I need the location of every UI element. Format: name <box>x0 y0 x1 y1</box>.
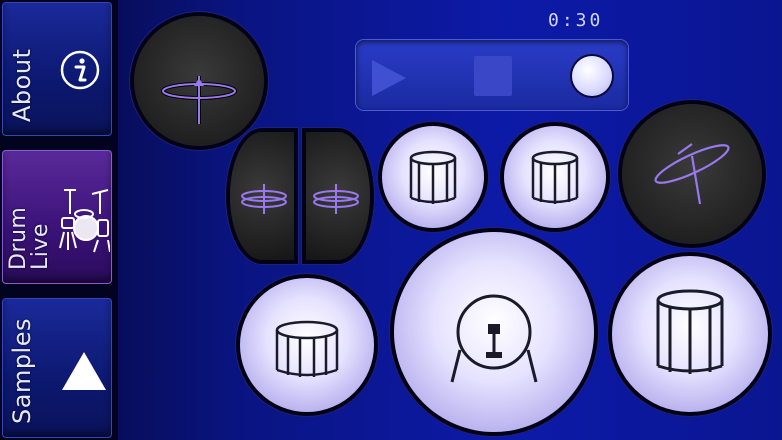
tab-about[interactable]: About <box>2 2 112 136</box>
tom-drum-icon <box>409 150 457 204</box>
cymbal-icon <box>161 76 237 124</box>
record-button[interactable] <box>572 56 612 96</box>
pad-bass-drum[interactable] <box>394 232 594 432</box>
info-icon <box>60 50 100 90</box>
triangle-up-icon <box>62 352 106 390</box>
pad-floor-tom[interactable] <box>612 256 768 412</box>
tab-samples-label: Samples <box>8 318 36 424</box>
floor-tom-icon <box>656 289 724 374</box>
tab-drum-live[interactable]: Drum Live <box>2 150 112 284</box>
sidebar: About Drum Live Samples <box>0 0 118 440</box>
pad-ride-cymbal[interactable] <box>622 104 762 244</box>
hihat-icon <box>313 184 359 214</box>
pad-hihat-left[interactable] <box>230 132 294 260</box>
cymbal-icon <box>654 143 730 205</box>
pad-tom-2[interactable] <box>504 126 606 228</box>
tab-samples[interactable]: Samples <box>2 298 112 438</box>
drum-kit-icon <box>59 189 110 253</box>
pad-tom-1[interactable] <box>382 126 484 228</box>
pad-snare[interactable] <box>240 278 374 412</box>
stop-button[interactable] <box>474 56 512 96</box>
pad-hihat-right[interactable] <box>306 132 370 260</box>
snare-drum-icon <box>275 320 339 377</box>
pad-crash-cymbal-left[interactable] <box>134 16 264 146</box>
play-button[interactable] <box>372 60 406 96</box>
bass-drum-icon <box>450 294 538 383</box>
tab-about-label: About <box>8 48 36 122</box>
tom-drum-icon <box>531 150 579 204</box>
hihat-icon <box>241 184 287 214</box>
tab-drum-live-label: Drum Live <box>6 206 53 270</box>
recording-timer: 0:30 <box>548 10 604 31</box>
